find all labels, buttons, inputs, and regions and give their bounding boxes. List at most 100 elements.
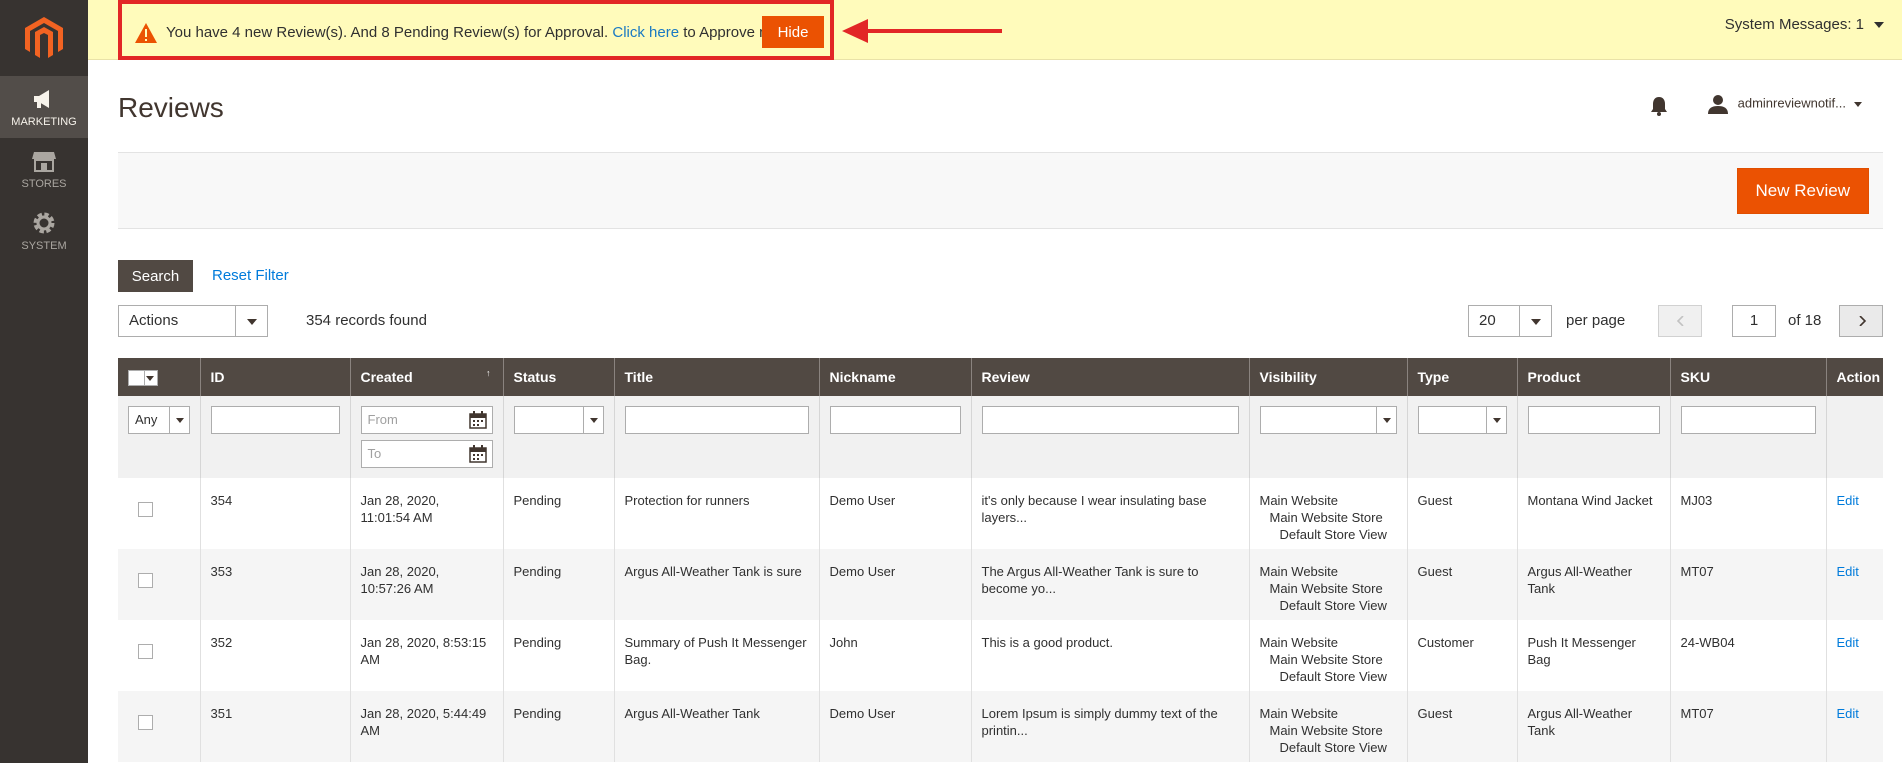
- cell-visibility: Main Website Main Website Store Default …: [1248, 691, 1407, 762]
- previous-page-button[interactable]: [1658, 305, 1702, 337]
- chevron-down-icon: [168, 407, 189, 433]
- calendar-icon[interactable]: [468, 445, 487, 463]
- sort-arrow-icon: ↑: [486, 368, 491, 378]
- reset-filter-link[interactable]: Reset Filter: [212, 267, 289, 284]
- megaphone-icon: [34, 90, 49, 108]
- filter-visibility-select[interactable]: [1259, 406, 1397, 434]
- cell-title: Summary of Push It Messenger Bag.: [613, 620, 819, 691]
- cell-created: Jan 28, 2020, 10:57:26 AM: [349, 549, 503, 620]
- approve-link[interactable]: Click here: [612, 24, 679, 41]
- column-header-type[interactable]: Type: [1406, 358, 1517, 396]
- filter-status-select[interactable]: [513, 406, 604, 434]
- edit-link[interactable]: Edit: [1837, 635, 1859, 650]
- mass-select-checkbox[interactable]: [128, 369, 158, 386]
- table-row[interactable]: 352 Jan 28, 2020, 8:53:15 AM Pending Sum…: [118, 620, 1883, 691]
- column-header-title[interactable]: Title: [613, 358, 819, 396]
- cell-visibility: Main Website Main Website Store Default …: [1248, 478, 1407, 549]
- reviews-grid: ID Created ↑ Status Title Nickname Review…: [118, 358, 1883, 762]
- column-header-visibility[interactable]: Visibility: [1248, 358, 1407, 396]
- page-title: Reviews: [118, 92, 224, 123]
- edit-link[interactable]: Edit: [1837, 706, 1859, 721]
- cell-visibility: Main Website Main Website Store Default …: [1248, 620, 1407, 691]
- column-header-nickname[interactable]: Nickname: [818, 358, 971, 396]
- cell-product: Push It Messenger Bag: [1516, 620, 1670, 691]
- cell-title: Protection for runners: [613, 478, 819, 549]
- mass-select-filter[interactable]: Any: [128, 406, 190, 434]
- total-pages: of 18: [1788, 312, 1822, 329]
- column-header-review[interactable]: Review: [970, 358, 1249, 396]
- cell-sku: 24-WB04: [1669, 620, 1826, 691]
- nav-item-marketing[interactable]: MARKETING: [0, 76, 88, 138]
- cell-nickname: Demo User: [818, 478, 971, 549]
- cell-nickname: Demo User: [818, 549, 971, 620]
- cell-type: Guest: [1406, 549, 1517, 620]
- cell-id: 352: [199, 620, 350, 691]
- system-message-bar: You have 4 new Review(s). And 8 Pending …: [88, 0, 1902, 60]
- filter-review-input[interactable]: [981, 406, 1239, 434]
- edit-link[interactable]: Edit: [1837, 493, 1859, 508]
- filter-type-select[interactable]: [1417, 406, 1507, 434]
- nav-item-label: MARKETING: [11, 116, 77, 128]
- chevron-down-icon: [1485, 407, 1506, 433]
- grid-filter-row: Any From To: [118, 396, 1883, 478]
- cell-status: Pending: [502, 620, 614, 691]
- nav-item-system[interactable]: SYSTEM: [0, 200, 88, 262]
- chevron-down-icon: [1874, 22, 1884, 29]
- edit-link[interactable]: Edit: [1837, 564, 1859, 579]
- mass-select-header[interactable]: [118, 358, 200, 396]
- filter-product-input[interactable]: [1527, 406, 1660, 434]
- mass-actions-select[interactable]: Actions: [118, 305, 268, 337]
- chevron-down-icon: [1854, 101, 1863, 107]
- nav-item-stores[interactable]: STORES: [0, 138, 88, 200]
- hide-button[interactable]: Hide: [762, 16, 824, 48]
- column-header-created[interactable]: Created ↑: [349, 358, 503, 396]
- next-page-button[interactable]: [1839, 305, 1883, 337]
- row-checkbox[interactable]: [138, 502, 153, 517]
- cell-id: 351: [199, 691, 350, 762]
- cell-type: Guest: [1406, 691, 1517, 762]
- review-notice-highlight: You have 4 new Review(s). And 8 Pending …: [118, 0, 834, 60]
- cell-created: Jan 28, 2020, 5:44:49 AM: [349, 691, 503, 762]
- chevron-down-icon: [1375, 407, 1396, 433]
- red-arrow-annotation: [842, 19, 1002, 43]
- nav-item-label: SYSTEM: [21, 240, 67, 252]
- filter-id-input[interactable]: [210, 406, 340, 434]
- chevron-down-icon: [1519, 306, 1551, 336]
- search-button[interactable]: Search: [118, 260, 193, 292]
- column-header-id[interactable]: ID: [199, 358, 350, 396]
- cell-sku: MT07: [1669, 549, 1826, 620]
- filter-sku-input[interactable]: [1680, 406, 1816, 434]
- cell-review: it's only because I wear insulating base…: [970, 478, 1249, 549]
- table-row[interactable]: 351 Jan 28, 2020, 5:44:49 AM Pending Arg…: [118, 691, 1883, 762]
- cell-sku: MJ03: [1669, 478, 1826, 549]
- table-row[interactable]: 354 Jan 28, 2020, 11:01:54 AM Pending Pr…: [118, 478, 1883, 549]
- filter-nickname-input[interactable]: [829, 406, 961, 434]
- review-notice-text: You have 4 new Review(s). And 8 Pending …: [166, 24, 790, 41]
- row-checkbox[interactable]: [138, 715, 153, 730]
- user-menu[interactable]: adminreviewnotif...: [1708, 94, 1863, 116]
- nav-item-label: STORES: [21, 178, 67, 190]
- calendar-icon[interactable]: [468, 411, 487, 429]
- cell-status: Pending: [502, 549, 614, 620]
- new-review-button[interactable]: New Review: [1736, 168, 1869, 214]
- records-count: 354 records found: [306, 312, 427, 329]
- column-header-sku[interactable]: SKU: [1669, 358, 1826, 396]
- cell-review: Lorem Ipsum is simply dummy text of the …: [970, 691, 1249, 762]
- column-header-status[interactable]: Status: [502, 358, 614, 396]
- row-checkbox[interactable]: [138, 573, 153, 588]
- cell-created: Jan 28, 2020, 11:01:54 AM: [349, 478, 503, 549]
- filter-title-input[interactable]: [624, 406, 809, 434]
- per-page-select[interactable]: 20: [1468, 305, 1552, 337]
- filter-created-from-input[interactable]: From: [360, 406, 493, 434]
- table-row[interactable]: 353 Jan 28, 2020, 10:57:26 AM Pending Ar…: [118, 549, 1883, 620]
- page-number-input[interactable]: 1: [1732, 305, 1776, 337]
- cell-id: 354: [199, 478, 350, 549]
- cell-type: Customer: [1406, 620, 1517, 691]
- magento-logo[interactable]: [25, 17, 63, 59]
- filter-created-to-input[interactable]: To: [360, 440, 493, 468]
- user-icon: [1708, 95, 1728, 114]
- column-header-product[interactable]: Product: [1516, 358, 1670, 396]
- bell-icon[interactable]: [1650, 96, 1668, 116]
- row-checkbox[interactable]: [138, 644, 153, 659]
- system-messages-dropdown[interactable]: System Messages: 1: [1725, 16, 1884, 33]
